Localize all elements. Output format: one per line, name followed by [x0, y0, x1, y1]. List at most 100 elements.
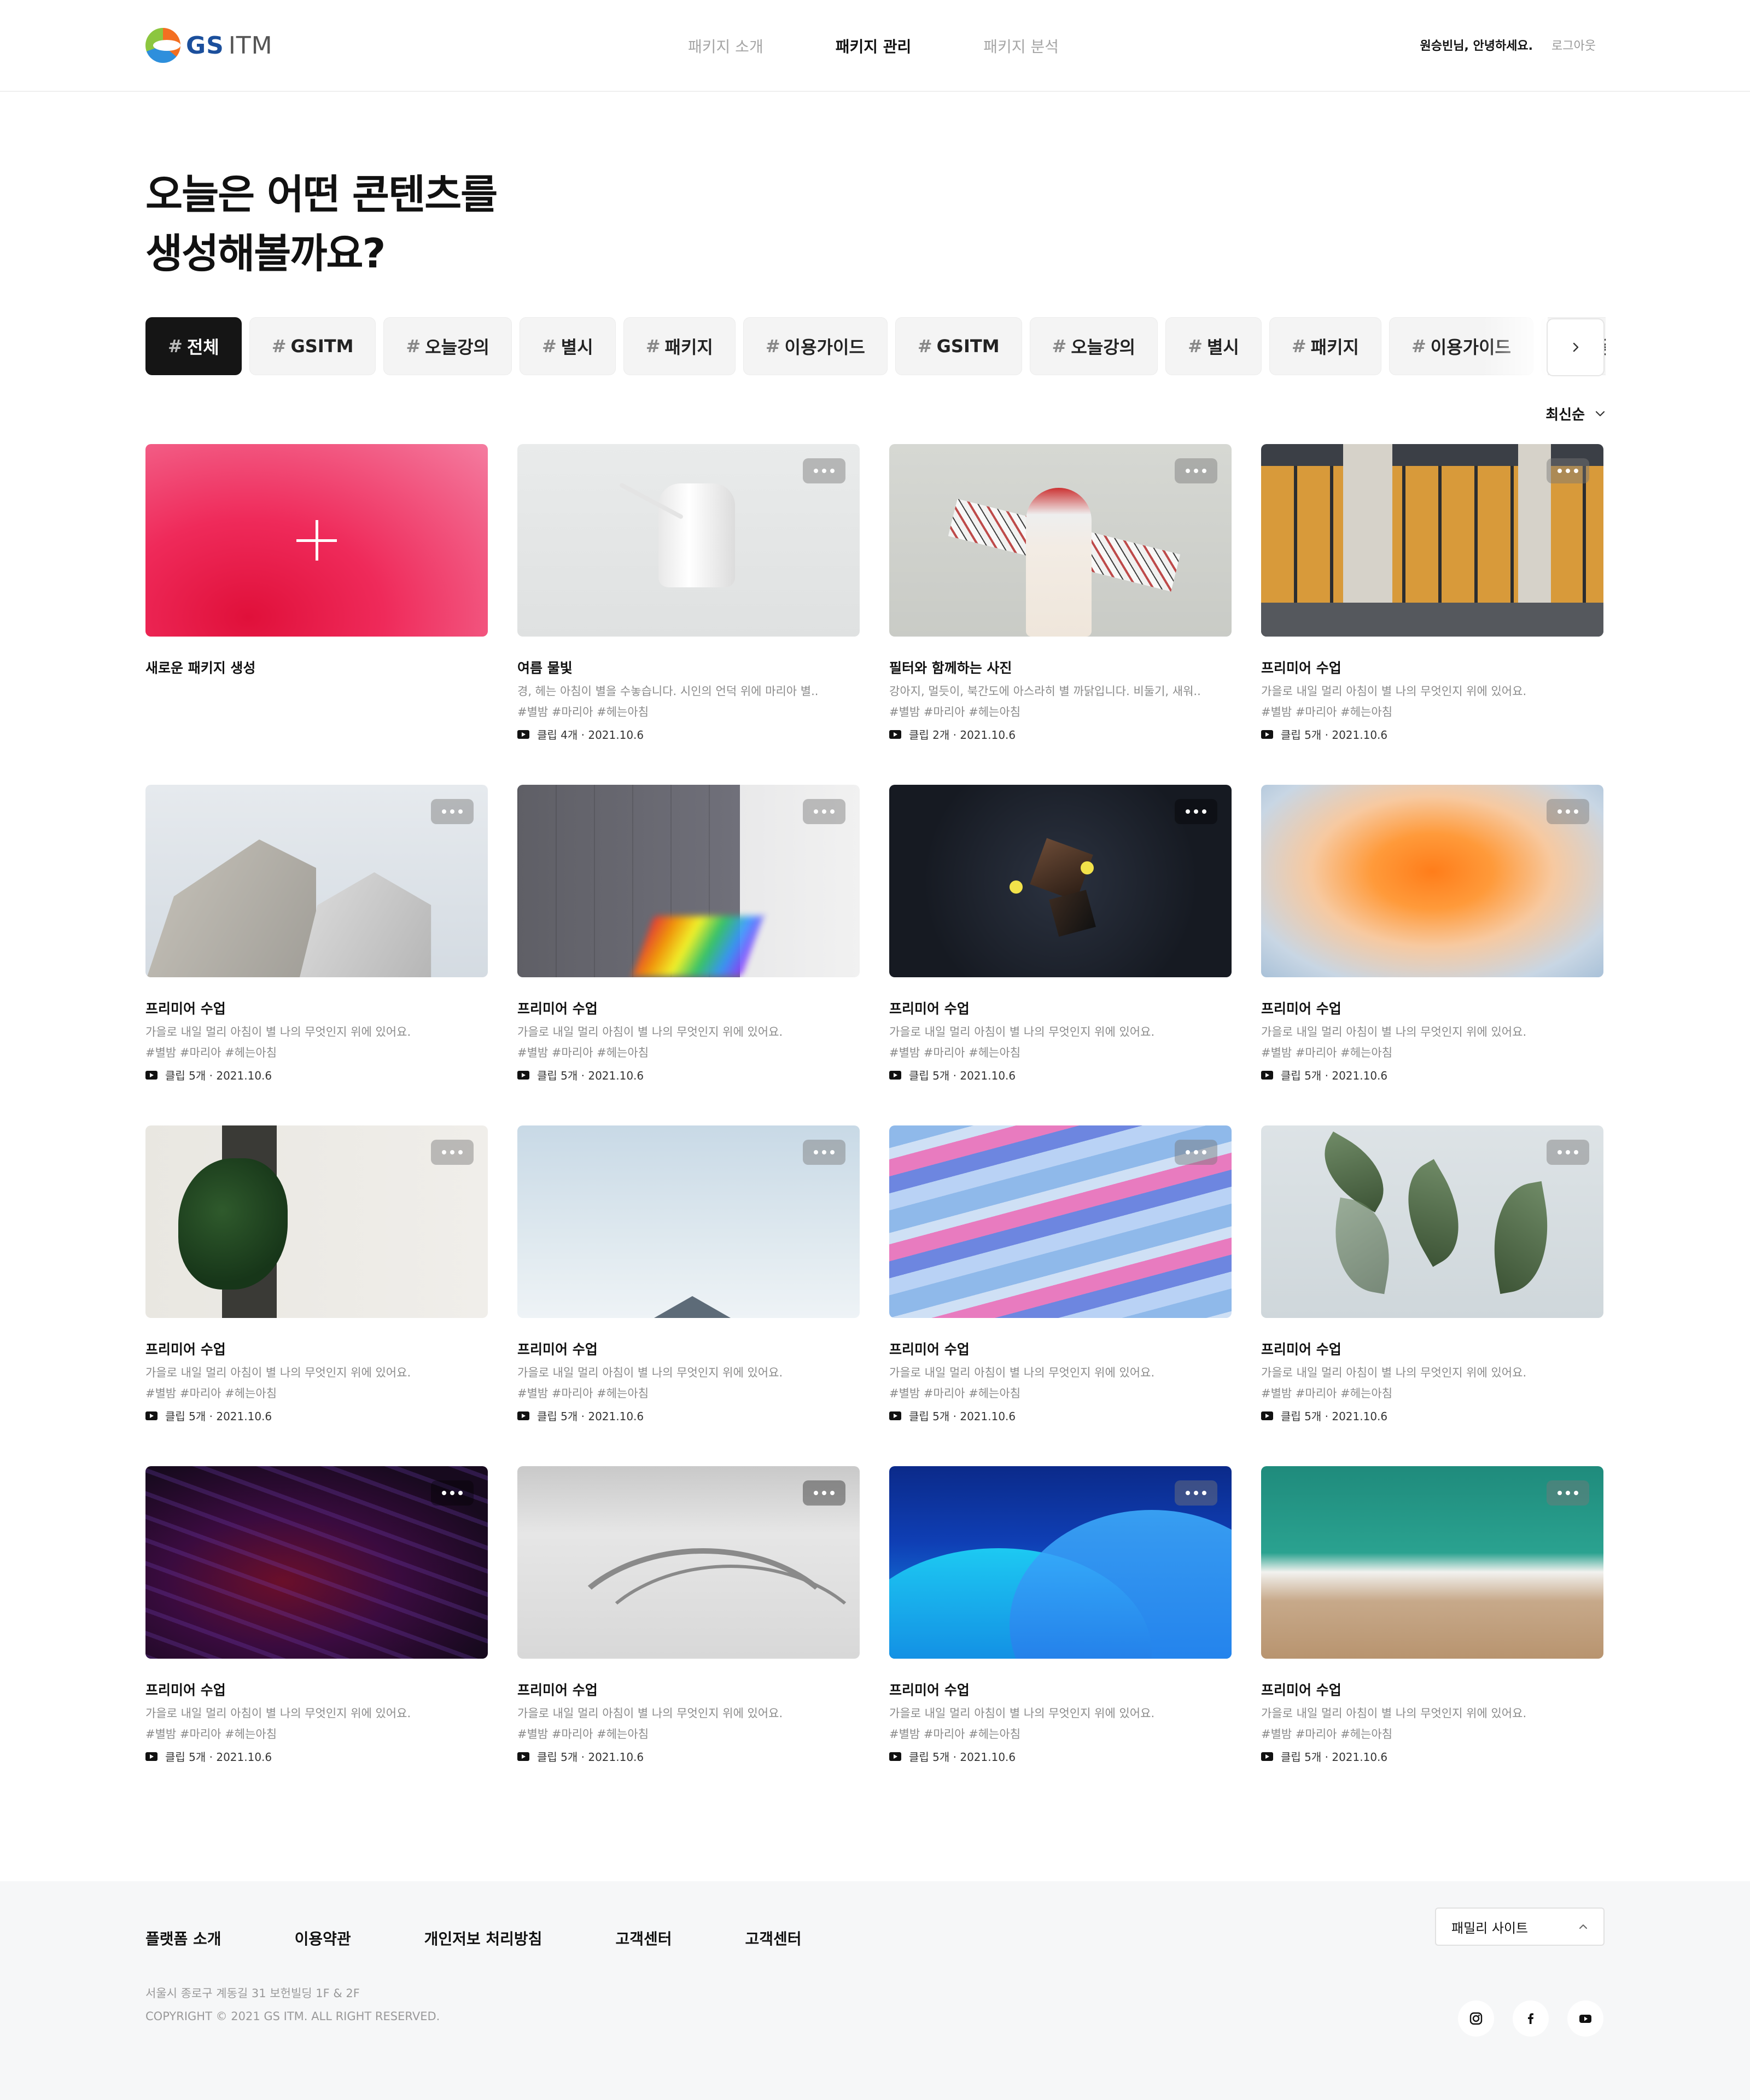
- chip-0[interactable]: # 전체: [145, 317, 242, 375]
- package-title: 프리미어 수업: [1261, 660, 1341, 676]
- package-card[interactable]: 프리미어 수업 가을로 내일 멀리 아침이 별 나의 무엇인지 위에 있어요. #별…: [1261, 1466, 1603, 1807]
- package-thumbnail[interactable]: [889, 785, 1232, 977]
- instagram-icon[interactable]: [1458, 2000, 1494, 2037]
- footer-link-platform[interactable]: 플랫폼 소개: [145, 1927, 221, 1949]
- dot-icon: [1558, 1150, 1562, 1154]
- chip-4[interactable]: # 패키지: [623, 317, 736, 375]
- new-package-thumb[interactable]: [145, 444, 488, 637]
- sort-dropdown[interactable]: 최신순: [1545, 404, 1606, 424]
- facebook-icon[interactable]: [1513, 2000, 1549, 2037]
- package-thumbnail[interactable]: [889, 1466, 1232, 1659]
- package-thumbnail[interactable]: [1261, 444, 1603, 637]
- chip-9[interactable]: # 패키지: [1269, 317, 1381, 375]
- package-tags: #별밤 #마리아 #헤는아침: [145, 1387, 277, 1400]
- package-card[interactable]: 프리미어 수업 가을로 내일 멀리 아침이 별 나의 무엇인지 위에 있어요. #별…: [517, 1125, 860, 1466]
- package-card[interactable]: 프리미어 수업 가을로 내일 멀리 아침이 별 나의 무엇인지 위에 있어요. #별…: [145, 1466, 488, 1807]
- dot-icon: [1558, 1491, 1562, 1495]
- package-thumbnail[interactable]: [1261, 1466, 1603, 1659]
- package-description: 가을로 내일 멀리 아침이 별 나의 무엇인지 위에 있어요.: [1261, 1025, 1527, 1039]
- package-card[interactable]: 필터와 함께하는 사진 강아지, 멀듯이, 북간도에 아스라히 별 까닭입니다. …: [889, 444, 1232, 785]
- package-description: 가을로 내일 멀리 아침이 별 나의 무엇인지 위에 있어요.: [889, 1366, 1155, 1379]
- package-title: 프리미어 수업: [889, 1001, 970, 1017]
- more-options-button[interactable]: [431, 1140, 474, 1165]
- package-card[interactable]: 여름 물빛 경, 헤는 아침이 별을 수놓습니다. 시인의 언덕 위에 마리아 별…: [517, 444, 860, 785]
- package-card[interactable]: 프리미어 수업 가을로 내일 멀리 아침이 별 나의 무엇인지 위에 있어요. #별…: [889, 1125, 1232, 1466]
- package-thumbnail[interactable]: [145, 1466, 488, 1659]
- chips-next-button[interactable]: [1547, 318, 1605, 376]
- package-card[interactable]: 프리미어 수업 가을로 내일 멀리 아침이 별 나의 무엇인지 위에 있어요. #별…: [145, 785, 488, 1125]
- footer-link-support[interactable]: 고객센터: [615, 1927, 672, 1949]
- youtube-icon[interactable]: [1567, 2000, 1603, 2037]
- dot-icon: [1202, 1491, 1206, 1495]
- package-tags: #별밤 #마리아 #헤는아침: [517, 1046, 649, 1059]
- package-tags: #별밤 #마리아 #헤는아침: [1261, 705, 1393, 719]
- nav-package-manage[interactable]: 패키지 관리: [836, 35, 912, 57]
- package-card[interactable]: 프리미어 수업 가을로 내일 멀리 아침이 별 나의 무엇인지 위에 있어요. #별…: [517, 1466, 860, 1807]
- chip-5[interactable]: # 이용가이드: [743, 317, 888, 375]
- more-options-button[interactable]: [1175, 1480, 1217, 1506]
- more-options-button[interactable]: [1175, 1140, 1217, 1165]
- footer-link-terms[interactable]: 이용약관: [295, 1927, 351, 1949]
- dot-icon: [830, 809, 835, 814]
- more-options-button[interactable]: [803, 1140, 845, 1165]
- social-links: [1458, 2000, 1603, 2037]
- more-options-button[interactable]: [1547, 1480, 1589, 1506]
- new-package-card[interactable]: 새로운 패키지 생성: [145, 444, 488, 785]
- footer-link-privacy[interactable]: 개인저보 처리방침: [424, 1927, 542, 1949]
- package-meta-text: 클립 5개 · 2021.10.6: [1281, 728, 1388, 742]
- more-options-button[interactable]: [1175, 799, 1217, 824]
- package-thumbnail[interactable]: [145, 1125, 488, 1318]
- package-title: 프리미어 수업: [145, 1682, 226, 1698]
- package-meta: 클립 5개 · 2021.10.6: [1261, 1748, 1603, 1764]
- chip-2[interactable]: # 오늘강의: [383, 317, 512, 375]
- package-card[interactable]: 프리미어 수업 가을로 내일 멀리 아침이 별 나의 무엇인지 위에 있어요. #별…: [889, 1466, 1232, 1807]
- package-card[interactable]: 프리미어 수업 가을로 내일 멀리 아침이 별 나의 무엇인지 위에 있어요. #별…: [145, 1125, 488, 1466]
- package-thumbnail[interactable]: [517, 444, 860, 637]
- chip-6[interactable]: # GSITM: [895, 317, 1022, 375]
- gs-itm-logo[interactable]: GS ITM: [145, 27, 273, 63]
- main-nav: 패키지 소개 패키지 관리 패키지 분석: [688, 35, 1059, 57]
- package-meta-text: 클립 5개 · 2021.10.6: [1281, 1751, 1388, 1764]
- more-options-button[interactable]: [431, 1480, 474, 1506]
- dot-icon: [822, 809, 826, 814]
- nav-package-intro[interactable]: 패키지 소개: [688, 35, 763, 57]
- package-thumbnail[interactable]: [145, 785, 488, 977]
- package-description: 가을로 내일 멀리 아침이 별 나의 무엇인지 위에 있어요.: [145, 1707, 411, 1720]
- chip-7[interactable]: # 오늘강의: [1029, 317, 1158, 375]
- package-thumbnail[interactable]: [517, 785, 860, 977]
- chip-label: 이용가이드: [784, 337, 865, 358]
- dot-icon: [814, 809, 818, 814]
- more-options-button[interactable]: [1547, 1140, 1589, 1165]
- package-card[interactable]: 프리미어 수업 가을로 내일 멀리 아침이 별 나의 무엇인지 위에 있어요. #별…: [1261, 444, 1603, 785]
- family-site-select[interactable]: 패밀리 사이트: [1435, 1908, 1605, 1946]
- more-options-button[interactable]: [803, 458, 845, 483]
- more-options-button[interactable]: [1175, 458, 1217, 483]
- package-thumbnail[interactable]: [517, 1466, 860, 1659]
- more-options-button[interactable]: [803, 1480, 845, 1506]
- more-options-button[interactable]: [1547, 799, 1589, 824]
- package-card[interactable]: 프리미어 수업 가을로 내일 멀리 아침이 별 나의 무엇인지 위에 있어요. #별…: [1261, 785, 1603, 1125]
- chip-3[interactable]: # 별시: [519, 317, 616, 375]
- package-description: 가을로 내일 멀리 아침이 별 나의 무엇인지 위에 있어요.: [1261, 1366, 1527, 1379]
- package-thumbnail[interactable]: [1261, 1125, 1603, 1318]
- package-meta: 클립 5개 · 2021.10.6: [1261, 1067, 1603, 1083]
- chip-1[interactable]: # GSITM: [249, 317, 376, 375]
- package-card[interactable]: 프리미어 수업 가을로 내일 멀리 아침이 별 나의 무엇인지 위에 있어요. #별…: [889, 785, 1232, 1125]
- package-thumbnail[interactable]: [1261, 785, 1603, 977]
- video-clip-icon: [889, 1752, 901, 1761]
- package-card[interactable]: 프리미어 수업 가을로 내일 멀리 아침이 별 나의 무엇인지 위에 있어요. #별…: [1261, 1125, 1603, 1466]
- more-options-button[interactable]: [431, 799, 474, 824]
- chip-8[interactable]: # 별시: [1165, 317, 1262, 375]
- package-thumbnail[interactable]: [517, 1125, 860, 1318]
- dot-icon: [1566, 1491, 1570, 1495]
- package-card[interactable]: 프리미어 수업 가을로 내일 멀리 아침이 별 나의 무엇인지 위에 있어요. #별…: [517, 785, 860, 1125]
- more-options-button[interactable]: [1547, 458, 1589, 483]
- more-options-button[interactable]: [803, 799, 845, 824]
- footer-link-support-2[interactable]: 고객센터: [745, 1927, 802, 1949]
- package-thumbnail[interactable]: [889, 1125, 1232, 1318]
- video-clip-icon: [517, 1752, 529, 1761]
- logout-link[interactable]: 로그아웃: [1551, 36, 1596, 54]
- package-thumbnail[interactable]: [889, 444, 1232, 637]
- nav-package-analysis[interactable]: 패키지 분석: [983, 35, 1059, 57]
- dot-icon: [1566, 809, 1570, 814]
